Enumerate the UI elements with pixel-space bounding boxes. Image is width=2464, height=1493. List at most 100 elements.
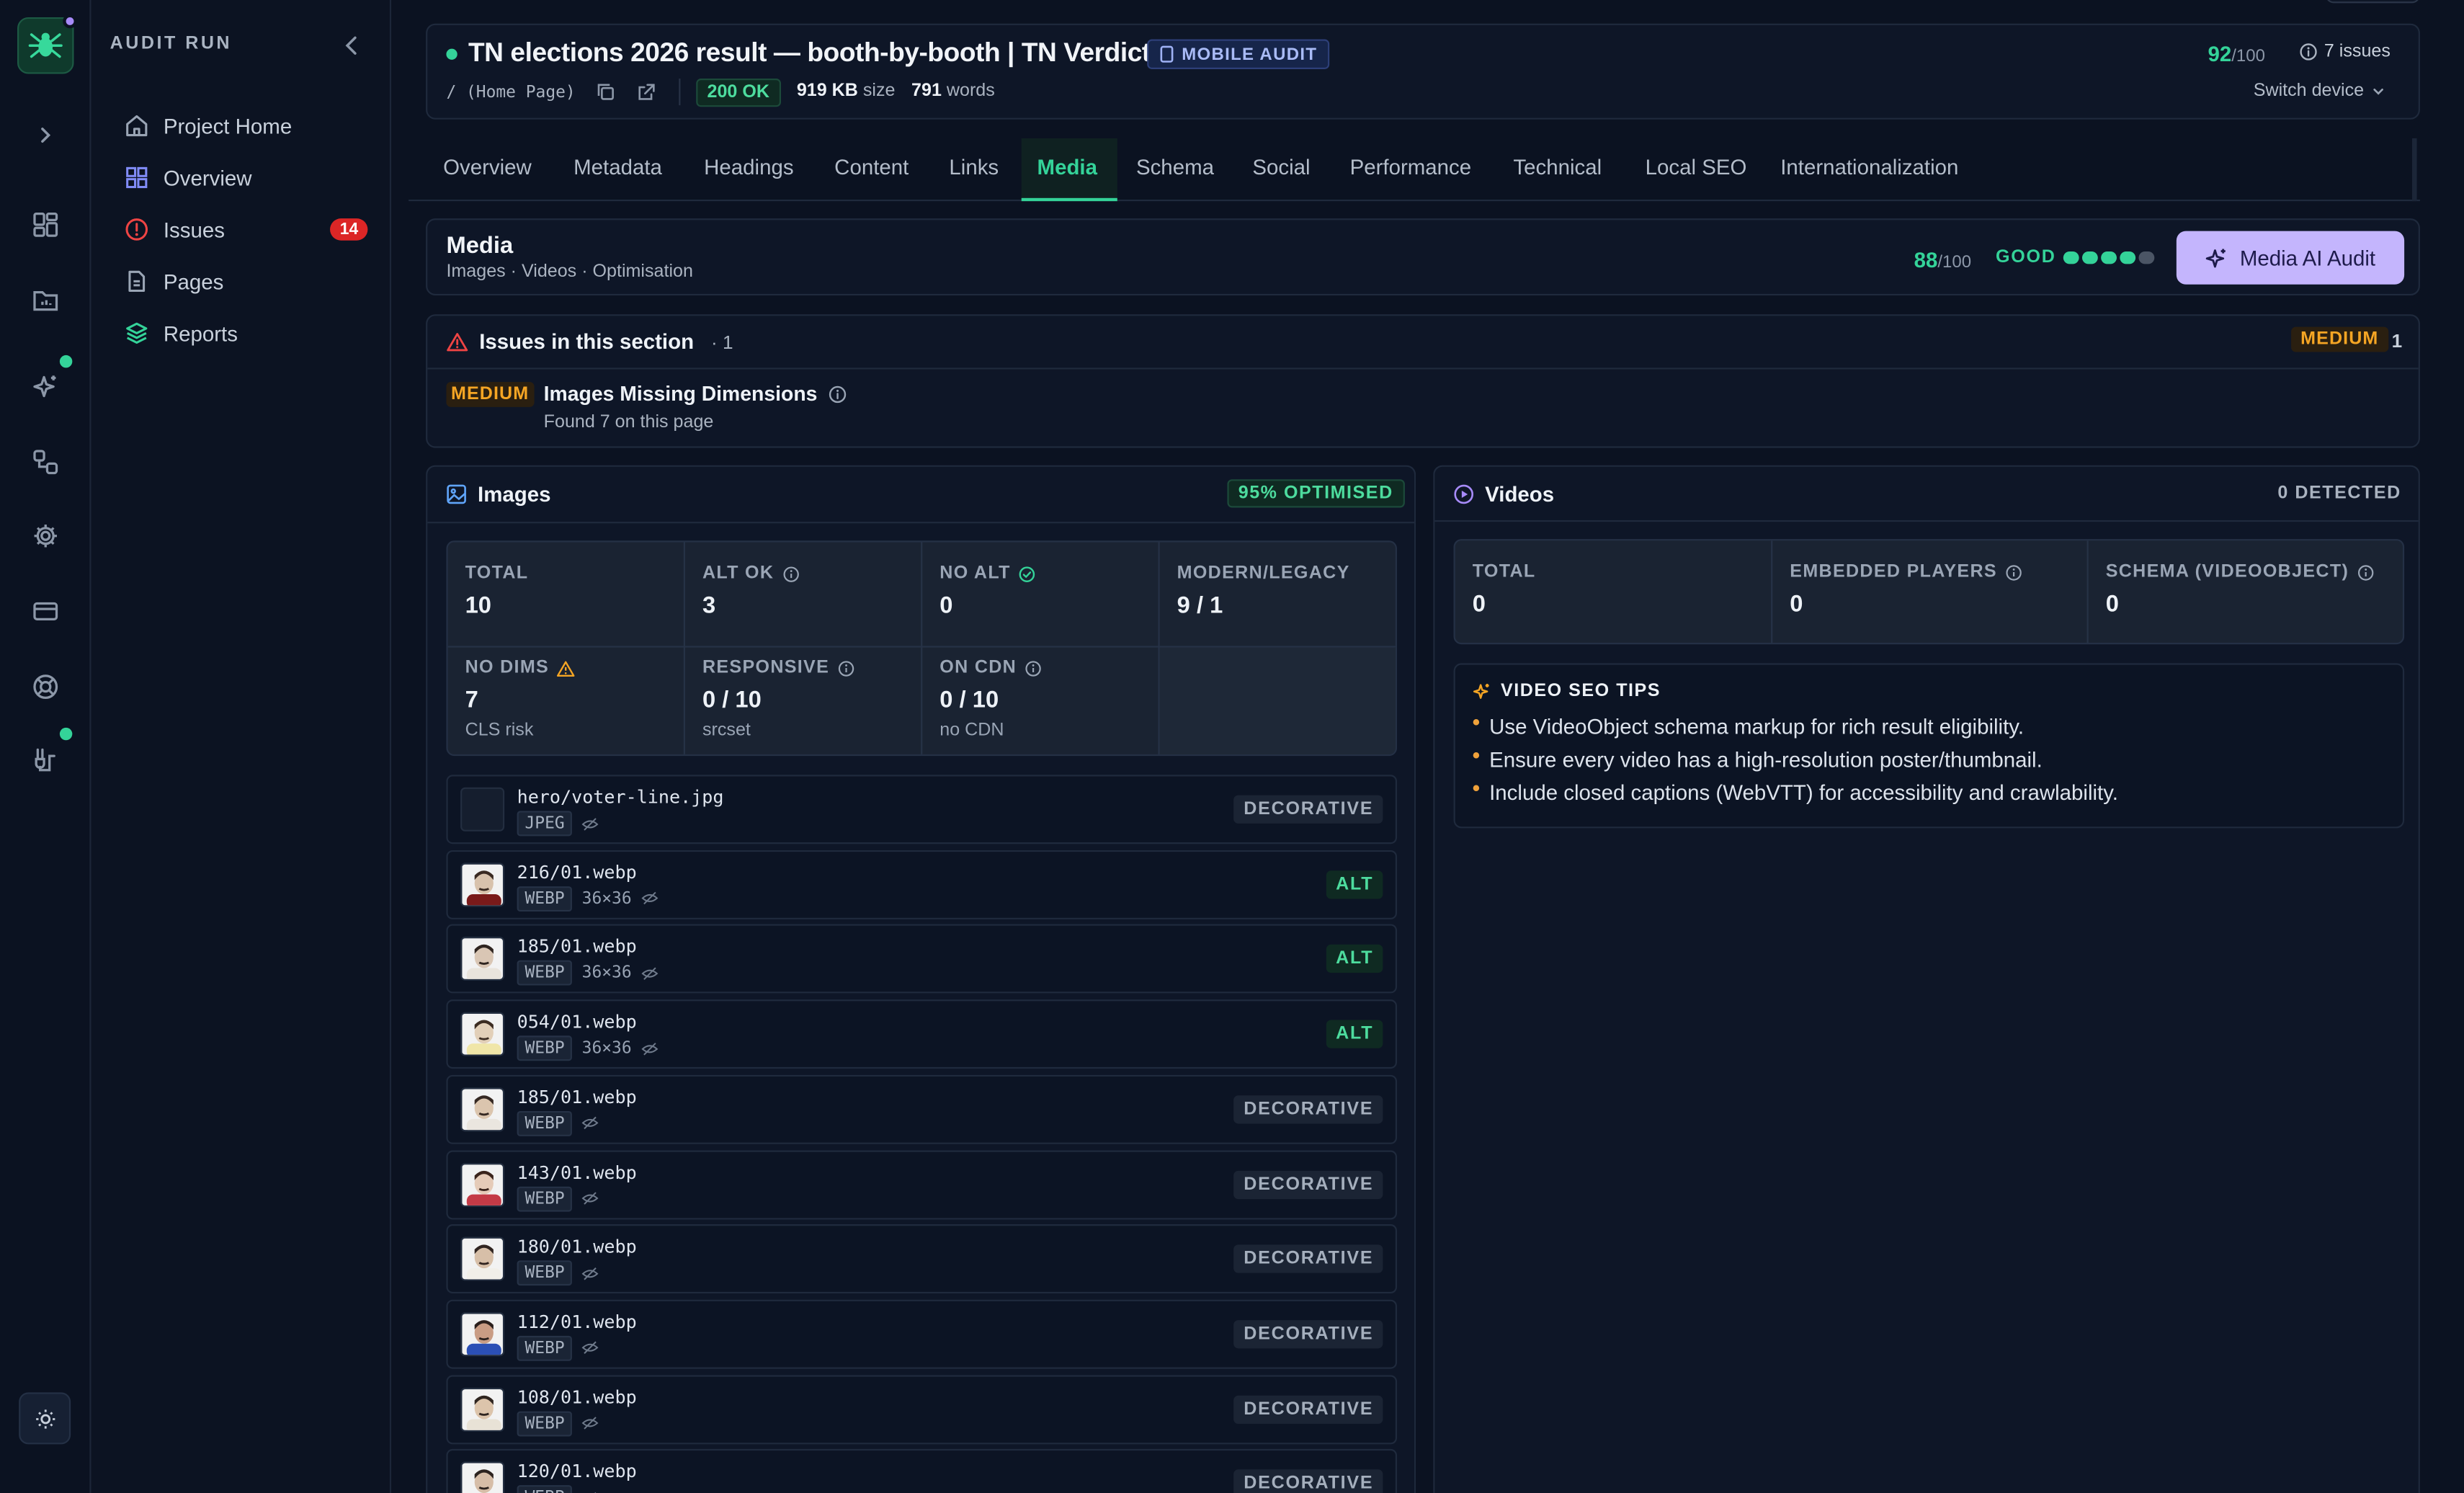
tab-internationalization[interactable]: Internationalization <box>1780 156 1958 179</box>
image-alt-status-tag: DECORATIVE <box>1234 1319 1383 1349</box>
switch-device-dropdown[interactable]: Switch device <box>2254 81 2386 101</box>
image-meta: WEBP <box>517 1485 599 1493</box>
thumbnail-portrait <box>462 1013 503 1055</box>
eye-off-icon <box>582 1267 599 1280</box>
sidebar-item-overview[interactable]: Overview <box>120 157 371 198</box>
image-list-row[interactable]: 180/01.webp WEBP DECORATIVE <box>446 1224 1398 1294</box>
image-thumbnail <box>460 1087 505 1131</box>
meter-pip <box>2138 251 2155 264</box>
sidebar-item-project-home[interactable]: Project Home <box>120 105 371 146</box>
image-format-badge: WEBP <box>517 886 573 912</box>
issue-detail: Found 7 on this page <box>543 413 714 432</box>
sidebar-item-label: Reports <box>163 321 238 345</box>
issues-summary-label: 7 issues <box>2324 42 2391 62</box>
sidebar-item-pages[interactable]: Pages <box>120 261 371 302</box>
sparkles-icon <box>2206 248 2226 267</box>
eye-off-icon <box>582 817 599 830</box>
tab-scroll-indicator[interactable] <box>2412 138 2417 202</box>
stat-no-dims: NO DIMS 7 CLS risk <box>465 659 576 740</box>
media-ai-audit-button[interactable]: Media AI Audit <box>2176 231 2405 285</box>
mobile-device-icon <box>1160 45 1174 63</box>
tab-schema[interactable]: Schema <box>1136 156 1214 179</box>
image-format-badge: WEBP <box>517 1485 573 1493</box>
image-thumbnail <box>460 1236 505 1281</box>
tab-content[interactable]: Content <box>834 156 909 179</box>
stat-label: ALT OK <box>702 563 775 584</box>
tab-social[interactable]: Social <box>1252 156 1310 179</box>
chevron-right-icon[interactable] <box>27 116 64 153</box>
chevron-down-icon <box>2374 87 2384 94</box>
stat-value: 7 <box>465 687 478 714</box>
image-dimensions: 36×36 <box>581 1038 632 1059</box>
image-meta: WEBP 36×36 <box>517 886 659 912</box>
image-filename: 120/01.webp <box>517 1460 637 1483</box>
image-list-row[interactable]: hero/voter-line.jpg JPEG DECORATIVE <box>446 775 1398 844</box>
image-format-badge: WEBP <box>517 1035 573 1061</box>
stat-alt-ok: ALT OK 3 <box>702 564 799 619</box>
info-icon[interactable] <box>2357 563 2374 581</box>
thumbnail-portrait <box>462 938 503 980</box>
image-list-row[interactable]: 143/01.webp WEBP DECORATIVE <box>446 1149 1398 1219</box>
issues-summary[interactable]: 7 issues <box>2299 43 2391 61</box>
sidebar: AUDIT RUN Project Home Overview Issues 1… <box>91 0 392 1493</box>
tab-headings[interactable]: Headings <box>704 156 793 179</box>
info-icon[interactable] <box>782 565 799 582</box>
stats-col-divider <box>683 542 685 754</box>
image-list-row[interactable]: 185/01.webp WEBP 36×36 ALT <box>446 924 1398 994</box>
image-list-row[interactable]: 120/01.webp WEBP DECORATIVE <box>446 1449 1398 1493</box>
score-meter <box>2063 251 2155 264</box>
tab-performance[interactable]: Performance <box>1350 156 1472 179</box>
image-icon <box>447 484 466 504</box>
help-buoy-icon[interactable] <box>27 668 64 705</box>
layers-icon <box>126 322 148 344</box>
stat-label: MODERN/LEGACY <box>1177 563 1350 584</box>
image-list-row[interactable]: 108/01.webp WEBP DECORATIVE <box>446 1374 1398 1444</box>
sidebar-item-reports[interactable]: Reports <box>120 313 371 354</box>
sparkles-icon[interactable] <box>27 355 73 405</box>
settings-gear-icon[interactable] <box>27 517 64 555</box>
image-filename: hero/voter-line.jpg <box>517 785 724 808</box>
image-alt-status-tag: DECORATIVE <box>1234 795 1383 824</box>
tab-overview[interactable]: Overview <box>443 156 532 179</box>
image-meta: WEBP <box>517 1110 599 1136</box>
workflow-icon[interactable] <box>27 443 64 481</box>
stat-modern-legacy: MODERN/LEGACY 9 / 1 <box>1177 564 1350 619</box>
thumbnail-portrait <box>462 1239 503 1280</box>
theme-toggle-button[interactable] <box>19 1392 71 1445</box>
tip-item: • Include closed captions (WebVTT) for ac… <box>1473 777 2118 805</box>
dashboard-icon[interactable] <box>27 206 64 244</box>
info-icon[interactable] <box>2005 563 2022 581</box>
image-list-row[interactable]: 054/01.webp WEBP 36×36 ALT <box>446 999 1398 1069</box>
tips-list: • Use VideoObject schema markup for rich … <box>1473 711 2118 814</box>
stat-label: SCHEMA (VIDEOOBJECT) <box>2105 562 2349 581</box>
issue-item[interactable]: MEDIUM Images Missing Dimensions Found 7… <box>427 370 2418 448</box>
top-action-button-partial[interactable] <box>2326 0 2420 4</box>
image-list-row[interactable]: 185/01.webp WEBP DECORATIVE <box>446 1074 1398 1144</box>
tab-media-active[interactable]: Media <box>1021 138 1117 202</box>
sidebar-item-issues[interactable]: Issues 14 <box>120 209 371 250</box>
stat-label-row: NO ALT <box>939 564 1035 583</box>
app-logo[interactable] <box>17 14 77 74</box>
info-icon[interactable] <box>837 659 854 677</box>
overall-score-value: 92 <box>2208 42 2232 66</box>
tab-links[interactable]: Links <box>949 156 999 179</box>
image-list-row[interactable]: 112/01.webp WEBP DECORATIVE <box>446 1299 1398 1369</box>
info-icon[interactable] <box>829 384 847 403</box>
folder-chart-icon[interactable] <box>27 281 64 318</box>
credit-card-icon[interactable] <box>27 592 64 630</box>
image-dimensions: 36×36 <box>581 888 632 908</box>
tab-technical[interactable]: Technical <box>1513 156 1602 179</box>
stats-empty-cell <box>1159 647 1396 754</box>
info-icon[interactable] <box>1025 659 1042 677</box>
copy-path-button[interactable] <box>596 81 618 104</box>
image-thumbnail <box>460 862 505 906</box>
image-list-row[interactable]: 216/01.webp WEBP 36×36 ALT <box>446 850 1398 919</box>
tab-metadata[interactable]: Metadata <box>573 156 662 179</box>
issue-title: Images Missing Dimensions <box>543 381 818 406</box>
image-filename: 054/01.webp <box>517 1010 637 1033</box>
integrations-icon[interactable] <box>27 727 73 779</box>
tab-local-seo[interactable]: Local SEO <box>1646 156 1747 179</box>
collapse-sidebar-button[interactable] <box>339 33 365 58</box>
open-external-button[interactable] <box>636 81 659 104</box>
eye-off-icon <box>641 967 659 980</box>
